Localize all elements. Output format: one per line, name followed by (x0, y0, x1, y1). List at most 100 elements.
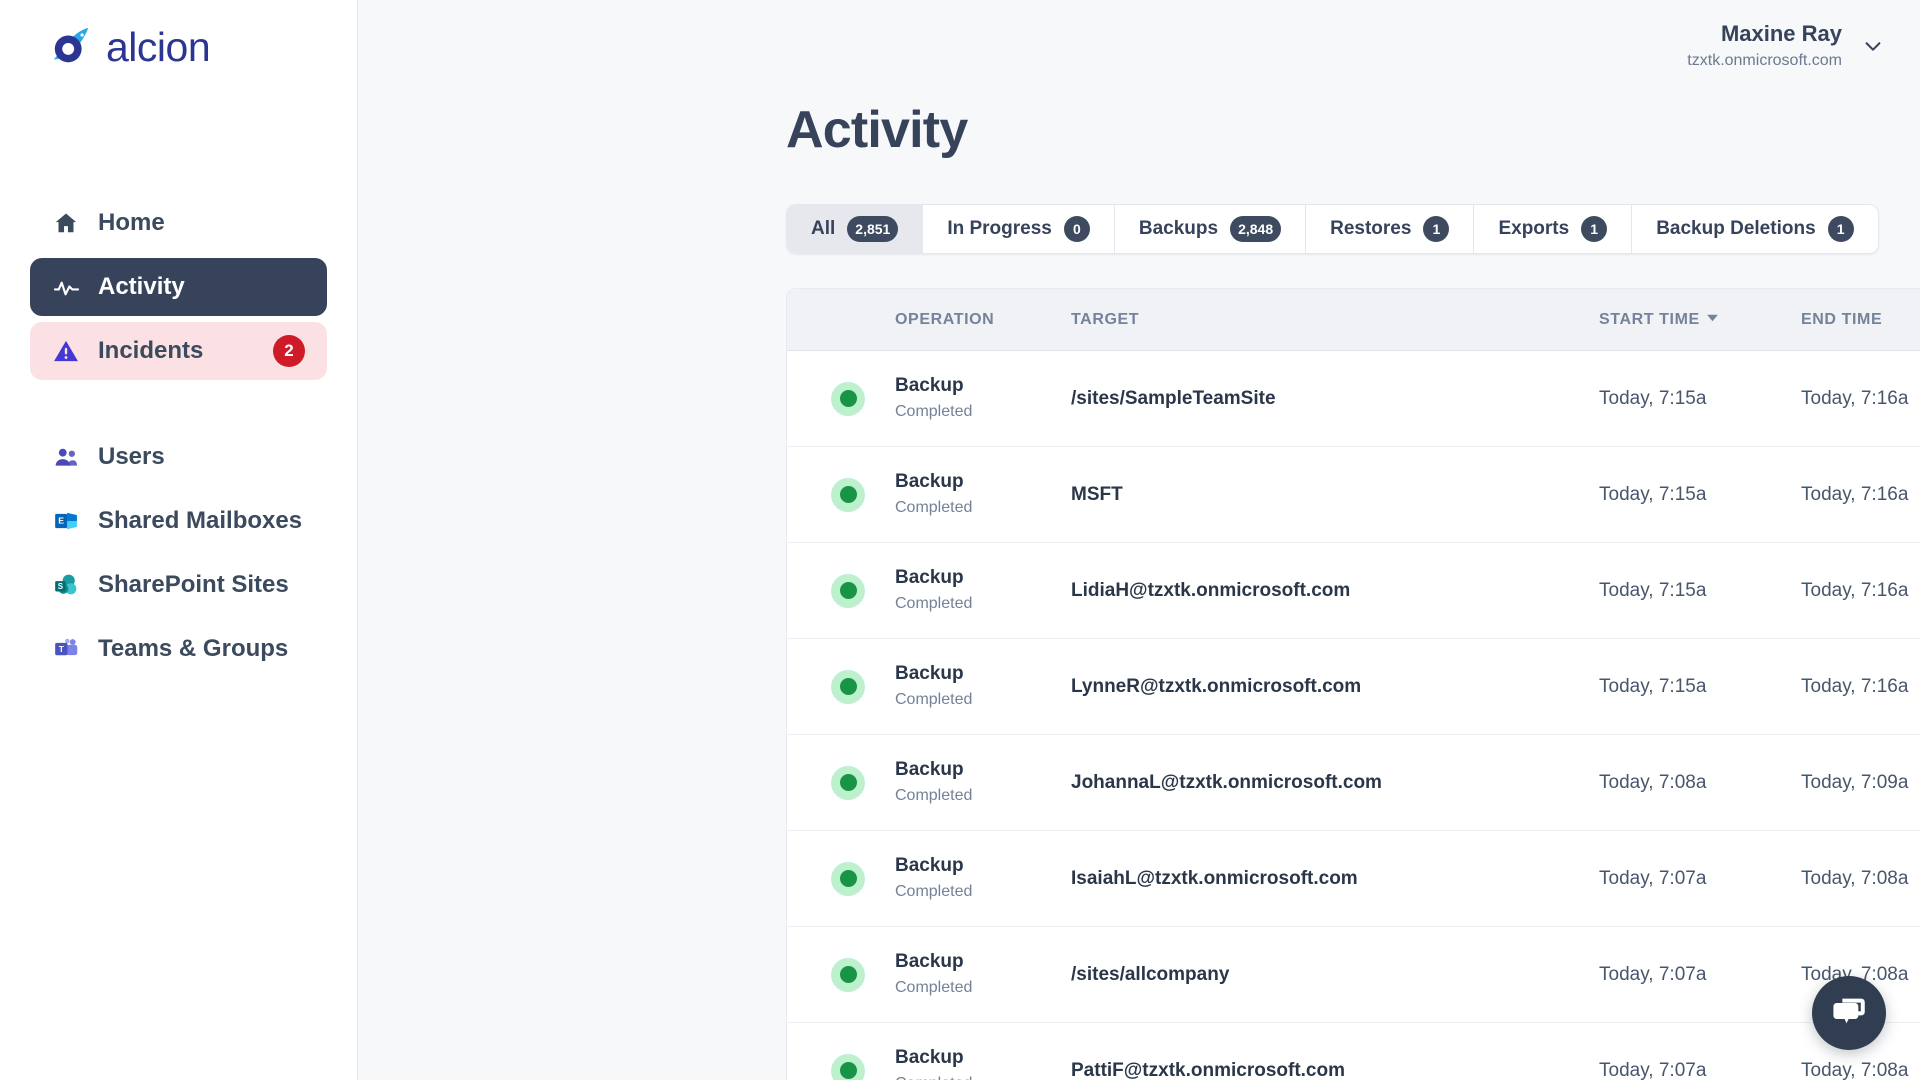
status-indicator-completed (831, 765, 865, 800)
end-time-cell: Today, 7:16a (1801, 483, 1909, 505)
operation-cell: Backup Completed (895, 758, 1071, 807)
user-tenant-domain: tzxtk.onmicrosoft.com (1687, 51, 1842, 69)
start-time-cell: Today, 7:07a (1599, 1059, 1707, 1080)
table-row[interactable]: Backup Completed MSFT Today, 7:15a Today, 7:… (787, 447, 1920, 543)
end-time-cell: Today, 7:08a (1801, 867, 1909, 889)
operation-name: Backup (895, 470, 964, 492)
table-row[interactable]: Backup Completed LynneR@tzxtk.onmicrosoft.… (787, 639, 1920, 735)
operation-name: Backup (895, 758, 964, 780)
start-time-cell: Today, 7:15a (1599, 387, 1707, 409)
table-row[interactable]: Backup Completed JohannaL@tzxtk.onmicrosof… (787, 735, 1920, 831)
user-menu[interactable]: Maxine Ray tzxtk.onmicrosoft.com (1687, 20, 1884, 72)
column-header-operation[interactable]: OPERATION (895, 311, 1071, 329)
sidebar-item-activity[interactable]: Activity (30, 258, 327, 316)
target-cell: PattiF@tzxtk.onmicrosoft.com (1071, 1059, 1345, 1080)
table-body: Backup Completed/sites/SampleTeamSite Toda… (787, 351, 1920, 1080)
status-dot (839, 390, 857, 407)
start-time-cell: Today, 7:15a (1599, 483, 1707, 505)
tab-all[interactable]: All 2,851 (787, 205, 924, 253)
table-row[interactable]: Backup CompletedPattiF@tzxtk.onmicrosoft.… (787, 1023, 1920, 1080)
svg-text:T: T (59, 644, 65, 654)
operation-cell: Backup Completed (895, 950, 1071, 999)
column-header-label: START TIME (1599, 310, 1700, 328)
tab-label: In Progress (947, 218, 1052, 239)
chat-support-button[interactable] (1812, 976, 1886, 1050)
end-time-cell: Today, 7:09a (1801, 771, 1909, 793)
nav-divider-gap (30, 386, 327, 428)
warning-triangle-icon (52, 337, 80, 365)
tab-label: Backup Deletions (1656, 218, 1816, 239)
operation-state: Completed (895, 978, 973, 996)
tab-count-badge: 0 (1063, 216, 1090, 242)
brand-logo[interactable]: alcion (0, 0, 357, 70)
sidebar-item-label: Shared Mailboxes (98, 507, 303, 534)
svg-text:S: S (58, 582, 64, 591)
tab-label: Exports (1498, 218, 1570, 239)
operation-cell: Backup Completed (895, 1046, 1071, 1080)
home-icon (52, 209, 80, 237)
operation-state: Completed (895, 498, 973, 516)
table-header-row: OPERATION TARGET START TIME END TIME INI… (787, 289, 1920, 351)
column-header-start-time[interactable]: START TIME (1599, 311, 1801, 329)
table-row[interactable]: Backup Completed/sites/allcompany Today, 7… (787, 927, 1920, 1023)
sidebar-item-teams-groups[interactable]: T Teams & Groups (30, 620, 327, 678)
target-cell: /sites/allcompany (1071, 963, 1230, 985)
table-row[interactable]: Backup Completed LidiaH@tzxtk.onmicrosoft.… (787, 543, 1920, 639)
status-cell (787, 957, 895, 992)
chat-bubbles-icon (1830, 992, 1868, 1035)
operation-name: Backup (895, 662, 964, 684)
status-cell (787, 573, 895, 608)
chevron-down-icon[interactable] (1862, 35, 1884, 57)
status-indicator-completed (831, 477, 865, 512)
start-time-cell: Today, 7:15a (1599, 579, 1707, 601)
activity-filter-tabs: All 2,851 In Progress 0 Backups 2,848 Re… (786, 204, 1879, 254)
start-time-cell: Today, 7:08a (1599, 771, 1707, 793)
microsoft-teams-icon: T (52, 635, 80, 663)
user-identity: Maxine Ray tzxtk.onmicrosoft.com (1687, 20, 1842, 72)
top-bar: Maxine Ray tzxtk.onmicrosoft.com (358, 0, 1920, 84)
operation-name: Backup (895, 854, 964, 876)
sidebar-item-users[interactable]: Users (30, 428, 327, 486)
status-dot (839, 870, 857, 887)
status-cell (787, 765, 895, 800)
end-time-cell: Today, 7:08a (1801, 1059, 1909, 1080)
sidebar-item-shared-mailboxes[interactable]: E Shared Mailboxes (30, 492, 327, 550)
target-cell: IsaiahL@tzxtk.onmicrosoft.com (1071, 867, 1358, 889)
sidebar-item-label: Teams & Groups (98, 635, 289, 662)
sidebar-item-incidents[interactable]: Incidents 2 (30, 322, 327, 380)
target-cell: LynneR@tzxtk.onmicrosoft.com (1071, 675, 1362, 697)
end-time-cell: Today, 7:16a (1801, 387, 1909, 409)
tab-exports[interactable]: Exports 1 (1474, 205, 1633, 253)
table-row[interactable]: Backup Completed/sites/SampleTeamSite Toda… (787, 351, 1920, 447)
sharepoint-icon: S (52, 571, 80, 599)
status-dot (839, 1062, 857, 1079)
sort-desc-icon[interactable] (1706, 311, 1719, 329)
operation-state: Completed (895, 882, 973, 900)
sidebar-item-sharepoint-sites[interactable]: S SharePoint Sites (30, 556, 327, 614)
status-cell (787, 477, 895, 512)
tab-restores[interactable]: Restores 1 (1306, 205, 1475, 253)
end-time-cell: Today, 7:16a (1801, 579, 1909, 601)
tab-backups[interactable]: Backups 2,848 (1114, 205, 1307, 253)
operation-name: Backup (895, 1046, 964, 1068)
operation-state: Completed (895, 594, 973, 612)
tab-count-badge: 1 (1581, 216, 1608, 242)
sidebar-item-home[interactable]: Home (30, 194, 327, 252)
column-header-target[interactable]: TARGET (1071, 311, 1599, 329)
operation-state: Completed (895, 1073, 1071, 1080)
status-indicator-completed (831, 861, 865, 896)
sidebar-item-label: Users (98, 443, 165, 470)
status-dot (839, 582, 857, 599)
tab-count-badge: 1 (1423, 216, 1450, 242)
column-header-end-time[interactable]: END TIME (1801, 311, 1920, 329)
tab-backup-deletions[interactable]: Backup Deletions 1 (1632, 205, 1878, 253)
tab-label: Backups (1138, 218, 1219, 239)
operation-name: Backup (895, 950, 964, 972)
tab-in-progress[interactable]: In Progress 0 (923, 205, 1115, 253)
tab-label: All (811, 218, 836, 239)
table-row[interactable]: Backup Completed IsaiahL@tzxtk.onmicrosoft… (787, 831, 1920, 927)
status-dot (839, 966, 857, 983)
operation-cell: Backup Completed (895, 374, 1071, 423)
operation-cell: Backup Completed (895, 854, 1071, 903)
status-dot (839, 678, 857, 695)
